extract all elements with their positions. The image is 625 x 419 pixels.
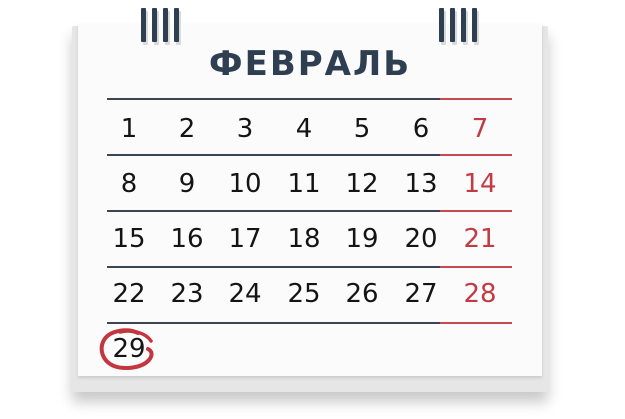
weekend-divider <box>440 210 512 212</box>
day-cell: 2 <box>178 114 196 144</box>
weekend-divider <box>440 266 512 268</box>
day-cell: 10 <box>228 169 262 199</box>
day-cell-sunday: 28 <box>463 279 497 309</box>
calendar-illustration: ФЕВРАЛЬ 1 2 3 4 5 6 7 8 9 10 11 12 13 14… <box>0 0 625 419</box>
day-cell: 23 <box>170 279 204 309</box>
day-cell-sunday: 14 <box>463 169 497 199</box>
day-cell: 25 <box>287 279 321 309</box>
day-cell-sunday: 21 <box>463 224 497 254</box>
binder-ring <box>439 8 444 42</box>
weekend-divider <box>440 322 512 324</box>
day-cell: 16 <box>170 224 204 254</box>
day-cell: 5 <box>353 114 371 144</box>
day-cell: 11 <box>287 169 321 199</box>
weekend-divider <box>440 154 512 156</box>
binder-ring <box>163 8 168 42</box>
day-cell: 9 <box>178 169 196 199</box>
day-cell: 6 <box>412 114 430 144</box>
day-cell: 8 <box>120 169 138 199</box>
binder-ring <box>450 8 455 42</box>
binder-ring <box>461 8 466 42</box>
binder-ring <box>152 8 157 42</box>
binder-ring <box>472 8 477 42</box>
day-cell: 15 <box>112 224 146 254</box>
week-divider <box>107 210 440 212</box>
weekend-divider <box>440 98 512 100</box>
week-divider <box>107 98 440 100</box>
day-cell: 12 <box>345 169 379 199</box>
week-divider <box>107 154 440 156</box>
week-divider <box>107 322 440 324</box>
binder-ring <box>141 8 146 42</box>
day-cell: 1 <box>120 114 138 144</box>
day-cell: 24 <box>228 279 262 309</box>
highlight-circle-icon <box>99 328 154 370</box>
day-cell: 18 <box>287 224 321 254</box>
binder-rings-left <box>141 8 179 42</box>
day-cell: 26 <box>345 279 379 309</box>
binder-rings-right <box>439 8 477 42</box>
day-cell: 4 <box>295 114 313 144</box>
day-cell: 20 <box>404 224 438 254</box>
month-title: ФЕВРАЛЬ <box>208 44 412 84</box>
day-cell: 17 <box>228 224 262 254</box>
day-cell-sunday: 7 <box>471 114 489 144</box>
day-cell: 19 <box>345 224 379 254</box>
binder-ring <box>174 8 179 42</box>
day-cell: 22 <box>112 279 146 309</box>
day-cell: 3 <box>236 114 254 144</box>
day-cell: 27 <box>404 279 438 309</box>
week-divider <box>107 266 440 268</box>
day-cell: 13 <box>404 169 438 199</box>
